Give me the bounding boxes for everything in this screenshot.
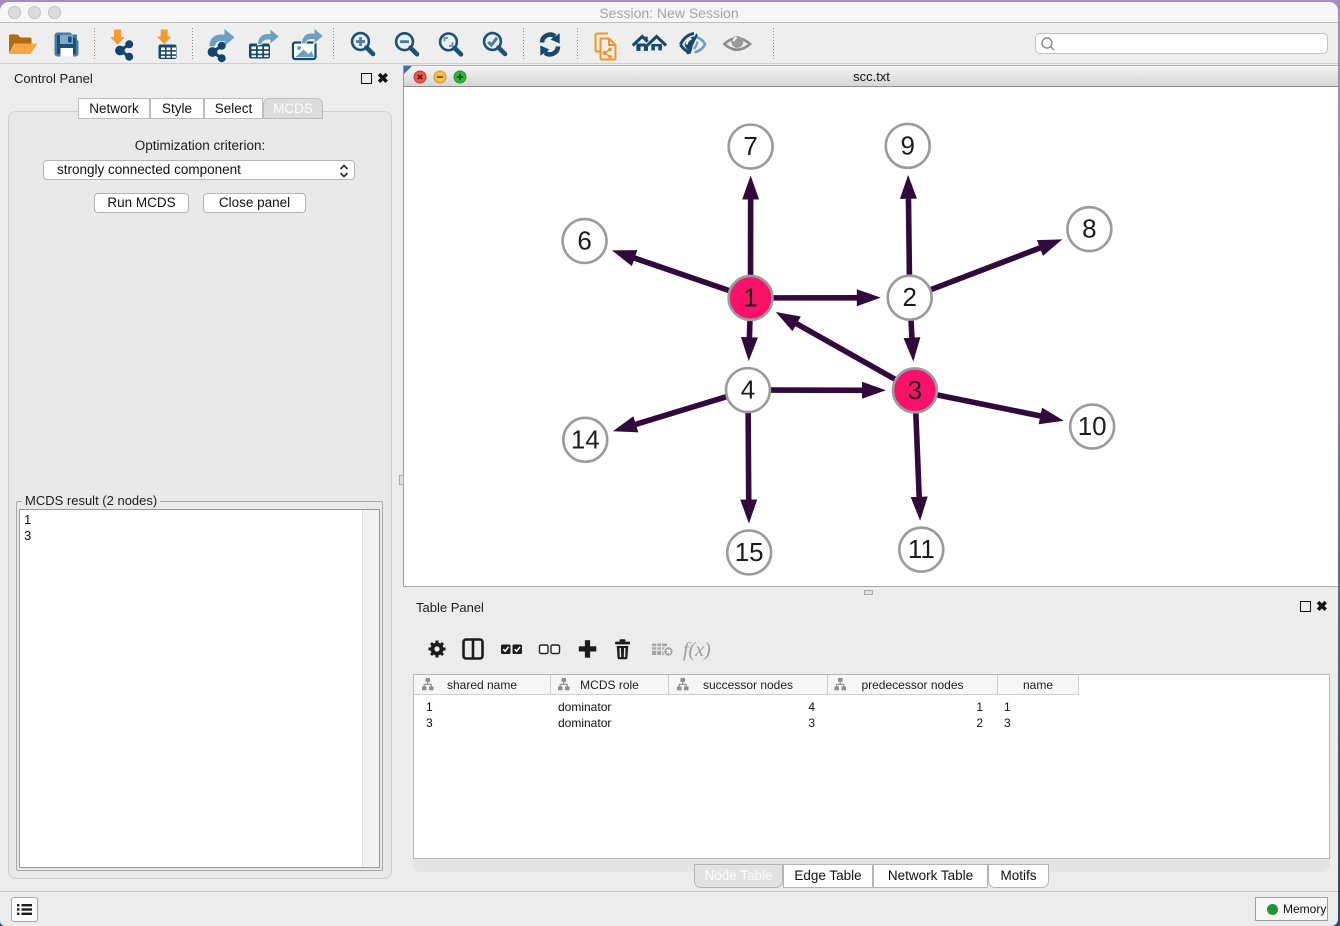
- svg-text:15: 15: [735, 538, 764, 566]
- svg-text:1: 1: [743, 284, 757, 312]
- svg-text:9: 9: [901, 132, 915, 160]
- svg-text:f(x): f(x): [683, 639, 711, 661]
- svg-text:8: 8: [1082, 215, 1096, 243]
- svg-text:3: 3: [908, 376, 922, 404]
- svg-text:14: 14: [571, 426, 600, 454]
- svg-text:11: 11: [908, 536, 935, 564]
- svg-text:4: 4: [741, 376, 755, 404]
- svg-text:7: 7: [743, 133, 757, 161]
- svg-text:10: 10: [1078, 413, 1107, 441]
- svg-text:6: 6: [577, 227, 591, 255]
- svg-text:2: 2: [903, 284, 917, 312]
